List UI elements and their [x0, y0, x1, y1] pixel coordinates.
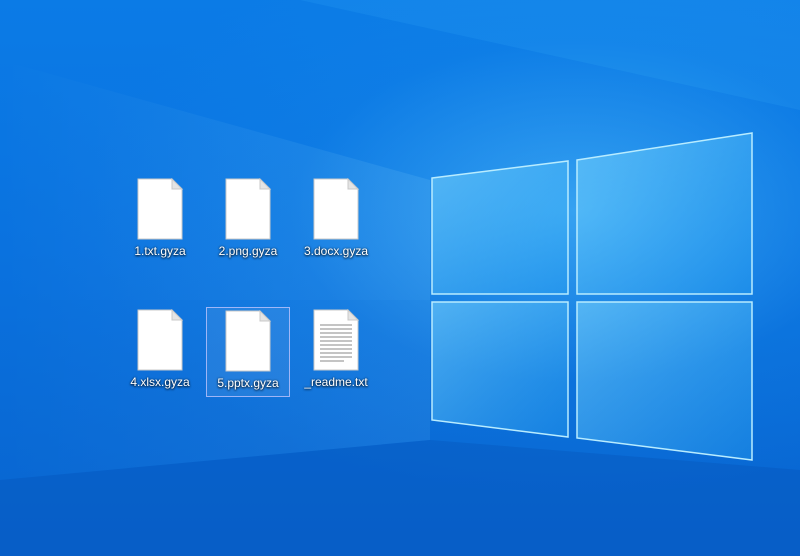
desktop-icon-label: 5.pptx.gyza — [217, 376, 279, 390]
desktop-icon-label: 3.docx.gyza — [303, 244, 369, 258]
desktop-icon-label: 2.png.gyza — [218, 244, 278, 258]
windows-logo-wallpaper — [0, 0, 800, 556]
desktop[interactable]: 1.txt.gyza 2.png.gyza 3.docx.gyza 4.xlsx… — [0, 0, 800, 556]
blank-document-icon — [225, 178, 272, 240]
desktop-icon-5-pptx-gyza[interactable]: 5.pptx.gyza — [206, 307, 290, 397]
desktop-icon-label: _readme.txt — [304, 375, 368, 389]
blank-document-icon — [137, 309, 184, 371]
text-document-icon — [313, 309, 360, 371]
desktop-icon-4-xlsx-gyza[interactable]: 4.xlsx.gyza — [118, 307, 202, 397]
desktop-icon-readme-txt[interactable]: _readme.txt — [294, 307, 378, 397]
desktop-icon-2-png-gyza[interactable]: 2.png.gyza — [206, 176, 290, 266]
desktop-icon-label: 1.txt.gyza — [134, 244, 186, 258]
desktop-icon-3-docx-gyza[interactable]: 3.docx.gyza — [294, 176, 378, 266]
blank-document-icon — [313, 178, 360, 240]
blank-document-icon — [137, 178, 184, 240]
desktop-icon-1-txt-gyza[interactable]: 1.txt.gyza — [118, 176, 202, 266]
desktop-icon-label: 4.xlsx.gyza — [130, 375, 190, 389]
blank-document-icon — [225, 310, 272, 372]
